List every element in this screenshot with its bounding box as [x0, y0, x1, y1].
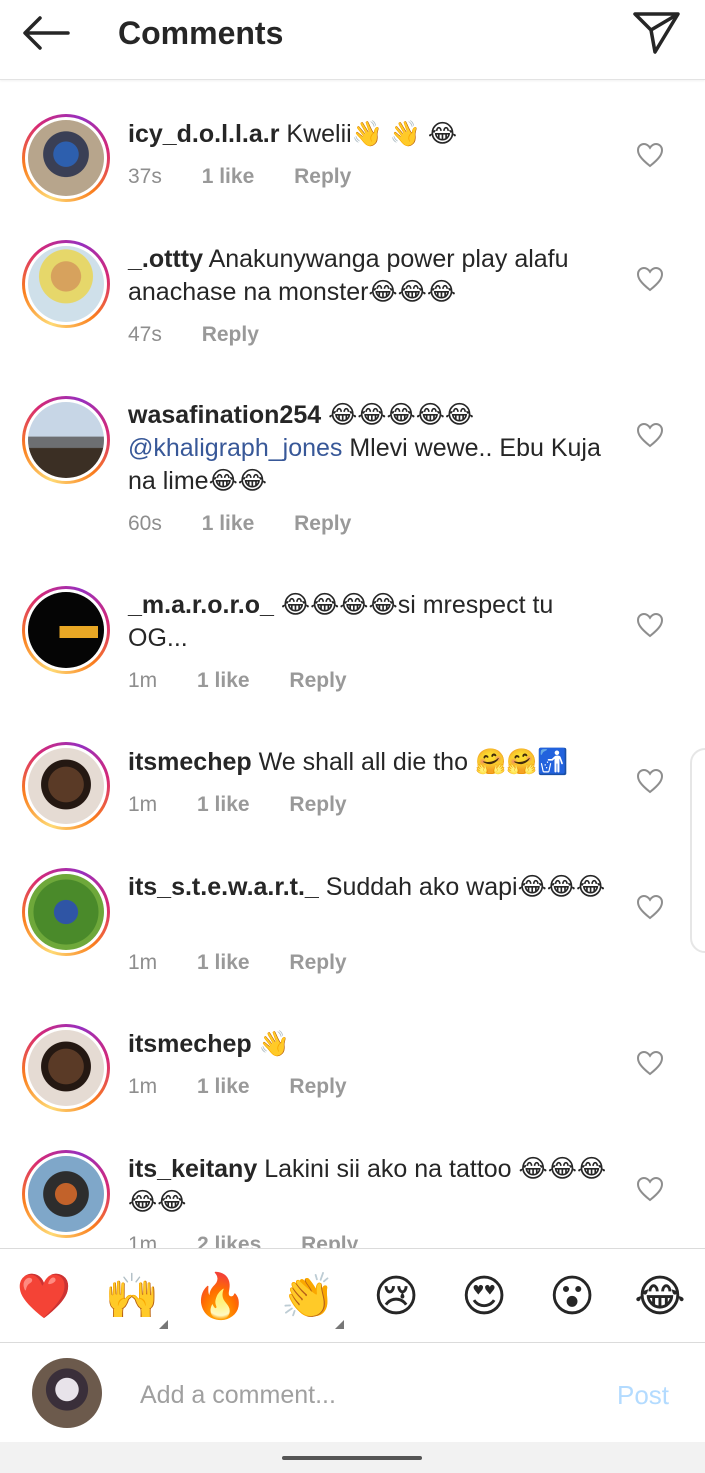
comment-username[interactable]: icy_d.o.l.l.a.r	[128, 120, 279, 148]
avatar[interactable]	[22, 1024, 110, 1112]
comment-likes[interactable]: 1 like	[197, 668, 250, 694]
comment-meta: 60s 1 like Reply	[128, 511, 385, 537]
comment-username[interactable]: its_s.t.e.w.a.r.t._	[128, 873, 319, 901]
reply-button[interactable]: Reply	[301, 1232, 358, 1248]
comment-username[interactable]: itsmechep	[128, 1030, 252, 1058]
skin-tone-indicator	[335, 1320, 344, 1329]
comment-likes[interactable]: 1 like	[197, 950, 250, 976]
reply-button[interactable]: Reply	[289, 668, 346, 694]
comment-list[interactable]: icy_d.o.l.l.a.r Kwelii👋 👋 😂 37s 1 like R…	[0, 80, 705, 1248]
my-avatar	[32, 1358, 102, 1428]
heart-icon[interactable]	[636, 266, 664, 292]
edge-panel-handle[interactable]	[690, 748, 705, 953]
comment-likes[interactable]: 2 likes	[197, 1232, 261, 1248]
fire-emoji-button[interactable]: 🔥	[192, 1271, 248, 1323]
home-gesture-handle[interactable]	[282, 1456, 422, 1460]
avatar[interactable]	[22, 114, 110, 202]
comment-likes[interactable]: 1 like	[197, 792, 250, 818]
comment-text: Suddah ako wapi😂😂😂	[318, 873, 606, 901]
crying-emoji-button[interactable]: 😢	[368, 1271, 424, 1323]
heart-icon[interactable]	[636, 142, 664, 168]
raised-hands-emoji-button[interactable]: 🙌	[104, 1271, 168, 1329]
comment-text: 👋	[251, 1030, 290, 1058]
heart-emoji-button[interactable]: ❤️	[16, 1271, 72, 1323]
mention-link[interactable]: @khaligraph_jones	[128, 434, 342, 462]
heart-icon[interactable]	[636, 1176, 664, 1202]
comment-meta: 1m 1 like Reply	[128, 668, 381, 694]
comment-likes[interactable]: 1 like	[202, 164, 255, 190]
raised-hands-emoji-icon: 🙌	[104, 1272, 160, 1321]
reply-button[interactable]: Reply	[294, 164, 351, 190]
top-bar: Comments	[0, 0, 705, 80]
skin-tone-indicator	[159, 1320, 168, 1329]
post-button[interactable]: Post	[617, 1380, 669, 1411]
emoji-reaction-bar: ❤️ 🙌 🔥 👏 😢 😍 😮 😂	[0, 1248, 705, 1343]
avatar[interactable]	[22, 240, 110, 328]
comment-meta: 37s 1 like Reply	[128, 164, 385, 190]
clapping-emoji-icon: 👏	[280, 1272, 336, 1321]
comment-username[interactable]: itsmechep	[128, 748, 252, 776]
comment-composer: Post	[0, 1344, 705, 1442]
reply-button[interactable]: Reply	[202, 322, 259, 348]
comment-username[interactable]: wasafination254	[128, 401, 321, 429]
paper-plane-icon[interactable]	[630, 8, 682, 56]
comment-time: 1m	[128, 951, 158, 974]
reply-button[interactable]: Reply	[294, 511, 351, 537]
comment-meta: 1m 1 like Reply	[128, 1074, 381, 1100]
comment-meta: 1m 1 like Reply	[128, 792, 381, 818]
arrow-left-icon[interactable]	[20, 14, 72, 52]
heart-icon[interactable]	[636, 1050, 664, 1076]
reply-button[interactable]: Reply	[289, 1074, 346, 1100]
comment-input[interactable]	[140, 1378, 580, 1412]
page-title: Comments	[118, 15, 284, 51]
avatar[interactable]	[22, 1150, 110, 1238]
reply-button[interactable]: Reply	[289, 950, 346, 976]
comment-text: Kwelii👋 👋 😂	[279, 120, 458, 148]
avatar[interactable]	[22, 742, 110, 830]
clapping-emoji-button[interactable]: 👏	[280, 1271, 344, 1329]
comment-time: 37s	[128, 165, 162, 188]
heart-icon[interactable]	[636, 612, 664, 638]
heart-icon[interactable]	[636, 422, 664, 448]
avatar-logo	[34, 626, 98, 638]
comment-time: 1m	[128, 1075, 158, 1098]
comment-time: 1m	[128, 793, 158, 816]
avatar[interactable]	[22, 586, 110, 674]
avatar[interactable]	[22, 396, 110, 484]
comment-username[interactable]: _.ottty	[128, 245, 203, 273]
heart-eyes-emoji-button[interactable]: 😍	[456, 1271, 512, 1323]
comment-meta: 1m 2 likes Reply	[128, 1232, 392, 1248]
laughing-emoji-button[interactable]: 😂	[632, 1271, 688, 1323]
comment-likes[interactable]: 1 like	[197, 1074, 250, 1100]
avatar[interactable]	[22, 868, 110, 956]
heart-icon[interactable]	[636, 894, 664, 920]
surprised-emoji-button[interactable]: 😮	[544, 1271, 600, 1323]
heart-icon[interactable]	[636, 768, 664, 794]
comment-username[interactable]: _m.a.r.o.r.o_	[128, 591, 274, 619]
system-nav-bar	[0, 1442, 705, 1473]
comment-time: 60s	[128, 512, 162, 535]
reply-button[interactable]: Reply	[289, 792, 346, 818]
comment-meta: 1m 1 like Reply	[128, 950, 381, 976]
comment-time: 47s	[128, 323, 162, 346]
comment-text: We shall all die tho 🤗🤗🚮	[251, 748, 569, 776]
comment-likes[interactable]: 1 like	[202, 511, 255, 537]
comment-text-prefix: 😂😂😂😂😂	[321, 401, 475, 429]
comment-username[interactable]: its_keitany	[128, 1155, 257, 1183]
comment-time: 1m	[128, 1233, 158, 1248]
comment-time: 1m	[128, 669, 158, 692]
comment-meta: 47s Reply	[128, 322, 293, 348]
